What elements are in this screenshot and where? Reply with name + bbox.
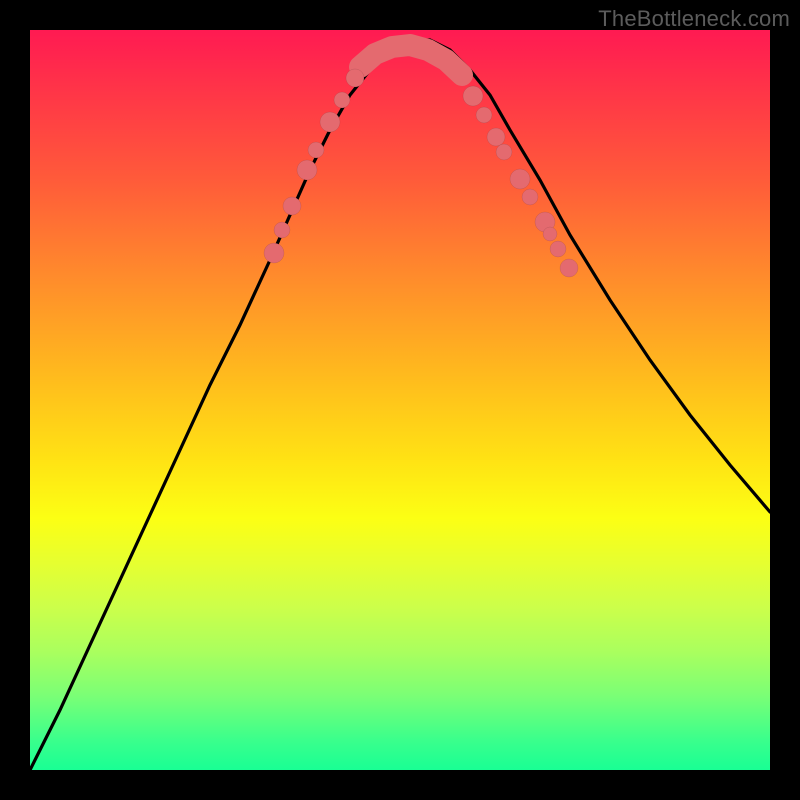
- left-branch-markers: [264, 69, 364, 263]
- data-marker: [510, 169, 530, 189]
- data-marker: [264, 243, 284, 263]
- data-marker: [274, 222, 290, 238]
- chart-overlay-svg: [30, 30, 770, 770]
- data-marker: [476, 107, 492, 123]
- data-marker: [522, 189, 538, 205]
- curve-bottom-highlight: [360, 45, 462, 75]
- data-marker: [320, 112, 340, 132]
- data-marker: [283, 197, 301, 215]
- data-marker: [550, 241, 566, 257]
- data-marker: [560, 259, 578, 277]
- data-marker: [543, 227, 557, 241]
- chart-frame: TheBottleneck.com: [0, 0, 800, 800]
- data-marker: [346, 69, 364, 87]
- bottleneck-curve: [30, 40, 770, 770]
- watermark-text: TheBottleneck.com: [598, 6, 790, 32]
- data-marker: [463, 86, 483, 106]
- data-marker: [297, 160, 317, 180]
- right-branch-markers: [463, 86, 578, 277]
- gradient-plot-area: [30, 30, 770, 770]
- data-marker: [334, 92, 350, 108]
- data-marker: [487, 128, 505, 146]
- data-marker: [308, 142, 324, 158]
- data-marker: [496, 144, 512, 160]
